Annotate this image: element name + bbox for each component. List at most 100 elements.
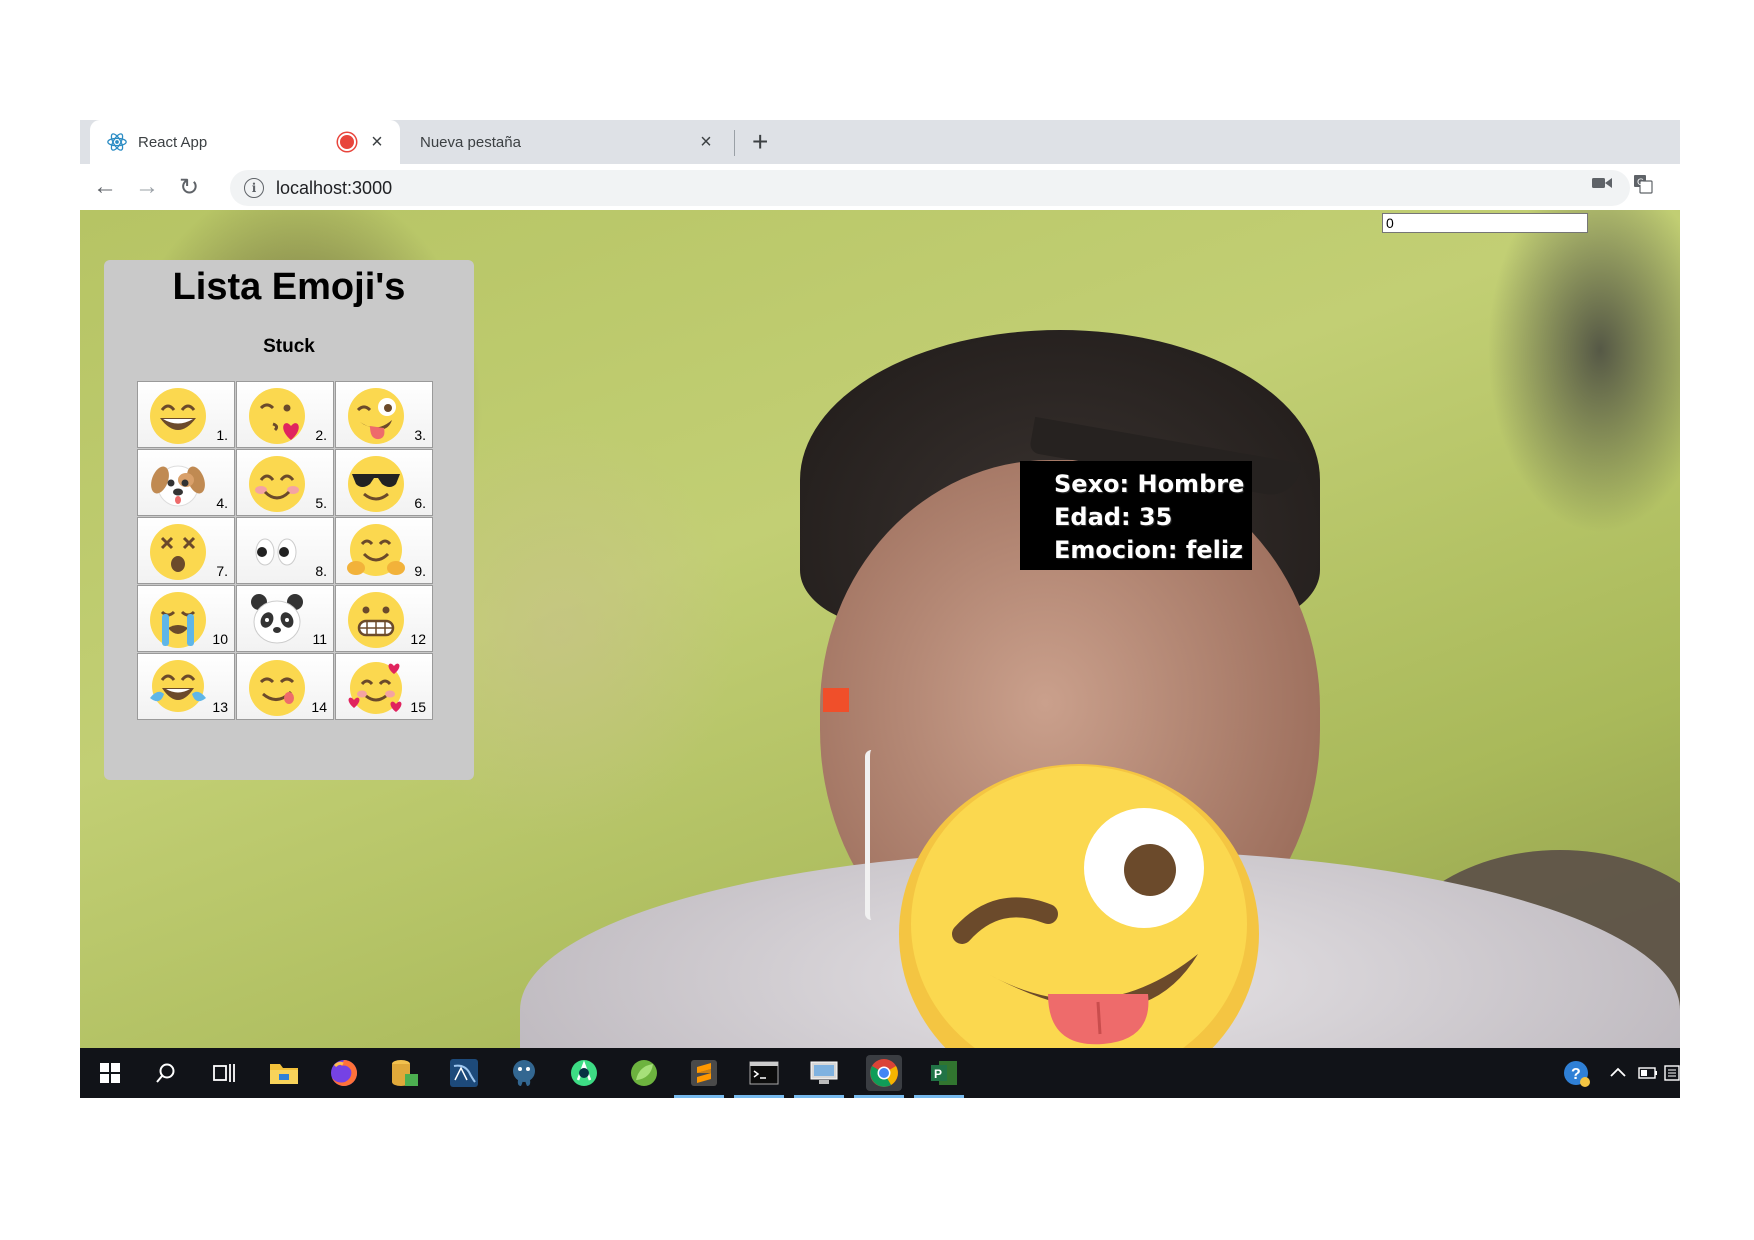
emoji-number: 2.	[315, 427, 327, 443]
tears-of-joy-icon	[150, 660, 206, 712]
winking-face-tongue-icon	[899, 764, 1259, 1048]
search-icon[interactable]	[148, 1055, 184, 1091]
postgresql-icon[interactable]	[506, 1055, 542, 1091]
sunglasses-face-icon	[348, 456, 404, 512]
close-icon[interactable]: ×	[368, 131, 386, 154]
chrome-icon[interactable]	[866, 1055, 902, 1091]
emoji-number: 1.	[216, 427, 228, 443]
emoji-cell[interactable]: 13	[137, 653, 235, 720]
spring-tool-icon[interactable]	[626, 1055, 662, 1091]
emoji-number: 3.	[414, 427, 426, 443]
running-indicator	[794, 1095, 844, 1098]
tab-nueva-pestana[interactable]: Nueva pestaña ×	[402, 120, 727, 164]
emoji-cell[interactable]: 4.	[137, 449, 235, 516]
emoji-number: 5.	[315, 495, 327, 511]
emoji-number: 13	[212, 699, 228, 715]
forward-button[interactable]: →	[132, 172, 162, 202]
emoji-cell[interactable]: 6.	[335, 449, 433, 516]
battery-icon[interactable]	[1638, 1067, 1658, 1079]
reload-button[interactable]: ↻	[174, 172, 204, 202]
android-studio-icon[interactable]	[566, 1055, 602, 1091]
smiling-face-hearts-icon	[348, 662, 402, 714]
url-text: localhost:3000	[276, 177, 393, 198]
emoji-number: 6.	[414, 495, 426, 511]
remote-desktop-icon[interactable]	[806, 1055, 842, 1091]
edad-label: Edad: 35	[1054, 503, 1173, 531]
emoji-cell[interactable]: 5.	[236, 449, 334, 516]
emoji-number: 7.	[216, 563, 228, 579]
close-icon[interactable]: ×	[697, 131, 715, 154]
desktop-screen: React App × Nueva pestaña × + ← → ↻ i lo…	[80, 120, 1680, 1098]
windows-start-icon[interactable]	[92, 1055, 128, 1091]
mysql-workbench-icon[interactable]	[446, 1055, 482, 1091]
help-icon[interactable]: ?	[1562, 1059, 1592, 1089]
emoji-number: 14	[311, 699, 327, 715]
emoji-number: 9.	[414, 563, 426, 579]
emoji-cell[interactable]: 9.	[335, 517, 433, 584]
firefox-icon[interactable]	[326, 1055, 362, 1091]
notifications-icon[interactable]	[1664, 1065, 1680, 1081]
earbud	[865, 750, 878, 920]
back-button[interactable]: ←	[90, 172, 120, 202]
counter-input[interactable]	[1382, 213, 1588, 233]
emoji-cell[interactable]: 15	[335, 653, 433, 720]
database-tool-icon[interactable]	[386, 1055, 422, 1091]
tab-title: React App	[138, 133, 208, 151]
address-bar[interactable]: i localhost:3000	[230, 170, 1630, 206]
face-savoring-food-icon	[249, 660, 305, 716]
emoji-number: 11	[312, 631, 327, 647]
emoji-number: 15	[410, 699, 426, 715]
emoji-number: 4.	[216, 495, 228, 511]
emoji-cell[interactable]: 10	[137, 585, 235, 652]
project-icon[interactable]: P	[926, 1055, 962, 1091]
translate-icon[interactable]: G	[1633, 174, 1653, 194]
emoji-number: 12	[410, 631, 426, 647]
running-indicator	[734, 1095, 784, 1098]
emoji-cell[interactable]: 11	[236, 585, 334, 652]
new-tab-button[interactable]: +	[752, 126, 768, 158]
dizzy-face-icon	[150, 524, 206, 580]
dog-face-icon	[151, 465, 205, 507]
emoji-cell[interactable]: 8.	[236, 517, 334, 584]
browser-toolbar: ← → ↻ i localhost:3000	[80, 164, 1680, 210]
tab-strip: React App × Nueva pestaña × +	[80, 120, 1680, 164]
file-explorer-icon[interactable]	[266, 1055, 302, 1091]
loudly-crying-face-icon	[150, 592, 206, 648]
face-marker	[823, 688, 849, 712]
emoji-cell[interactable]: 2.	[236, 381, 334, 448]
chevron-up-icon[interactable]	[1610, 1066, 1626, 1078]
svg-text:G: G	[1637, 178, 1644, 188]
tab-separator	[734, 130, 735, 156]
eyes-icon	[255, 538, 297, 566]
tab-react-app[interactable]: React App ×	[90, 120, 400, 164]
task-view-icon[interactable]	[206, 1055, 242, 1091]
running-indicator	[914, 1095, 964, 1098]
panel-title: Lista Emoji's	[172, 266, 406, 308]
svg-text:?: ?	[1571, 1066, 1581, 1083]
emoji-grid: 1. 2. 3. 4. 5. 6. 7. 8. 9. 10 11 12 13 1…	[137, 381, 434, 721]
tab-title: Nueva pestaña	[420, 133, 521, 151]
grinning-face-icon	[150, 388, 206, 444]
recording-icon	[338, 133, 356, 151]
sexo-label: Sexo: Hombre	[1054, 470, 1245, 498]
emoji-cell[interactable]: 7.	[137, 517, 235, 584]
winking-face-tongue-icon	[348, 388, 404, 444]
terminal-icon[interactable]	[746, 1055, 782, 1091]
grimacing-face-icon	[348, 592, 404, 648]
emoji-cell[interactable]: 14	[236, 653, 334, 720]
emocion-label: Emocion: feliz	[1054, 536, 1244, 564]
smiling-face-blush-icon	[249, 456, 305, 512]
hugging-face-icon	[347, 524, 405, 576]
detection-info-box: Sexo: Hombre Edad: 35 Emocion: feliz	[1020, 461, 1252, 570]
emoji-cell[interactable]: 12	[335, 585, 433, 652]
running-indicator	[674, 1095, 724, 1098]
running-indicator	[854, 1095, 904, 1098]
face-blowing-kiss-icon	[249, 388, 305, 444]
emoji-cell[interactable]: 1.	[137, 381, 235, 448]
info-icon[interactable]: i	[244, 178, 264, 198]
sublime-text-icon[interactable]	[686, 1055, 722, 1091]
emoji-list-panel: Lista Emoji's Stuck 1. 2. 3. 4. 5. 6. 7.…	[104, 260, 474, 780]
emoji-number: 8.	[315, 563, 327, 579]
emoji-cell[interactable]: 3.	[335, 381, 433, 448]
camera-icon[interactable]	[1592, 176, 1612, 190]
